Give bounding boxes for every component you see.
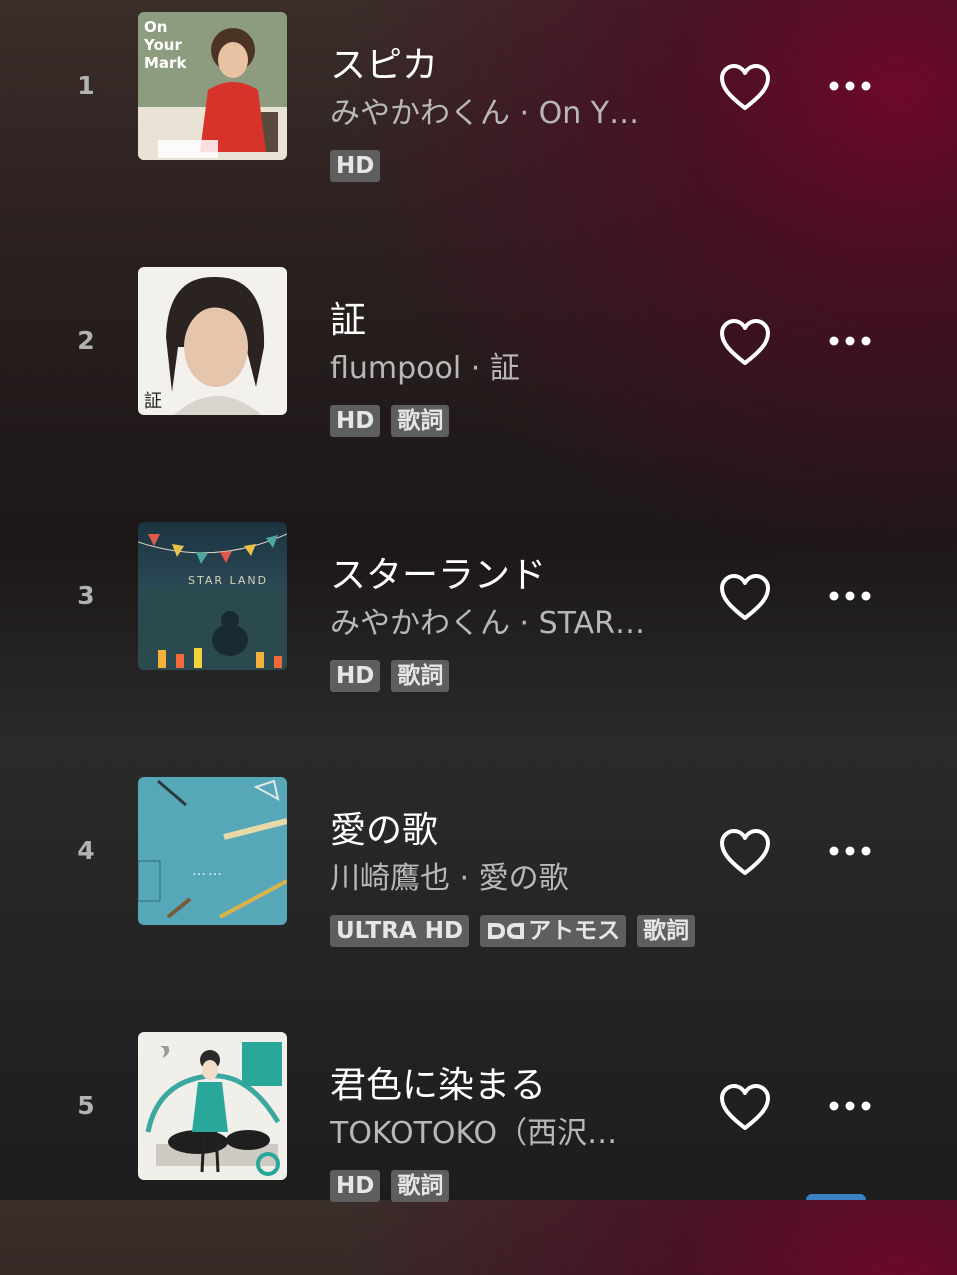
favorite-heart-icon[interactable] [718,318,772,368]
track-title[interactable]: 君色に染まる [330,1056,546,1108]
track-artist-album[interactable]: flumpool · 証 [330,343,520,387]
more-options-icon[interactable] [826,835,874,867]
hd-badge: HD [330,150,381,182]
hd-badge: HD [330,405,381,437]
album-art-text: 証 [144,391,162,412]
track-number: 2 [77,326,95,355]
track-number: 4 [77,836,95,865]
lyrics-badge: 歌詞 [391,1170,450,1202]
album-art-image: …… [138,777,287,925]
album-art-text: On [144,18,167,36]
album-art[interactable]: …… [138,777,287,925]
badge-row: HD 歌詞 [330,405,450,437]
track-row[interactable]: 3 STAR LAND スターランド みやかわくん · STAR… HD 歌詞 [0,510,957,765]
album-art[interactable]: On Your Mark [138,12,287,160]
track-artist-album[interactable]: みやかわくん · STAR… [330,598,645,642]
lyrics-badge: 歌詞 [391,405,450,437]
track-number: 3 [77,581,95,610]
track-artist-album[interactable]: TOKOTOKO（西沢… [330,1108,617,1152]
floating-button-edge[interactable] [806,1194,866,1200]
track-row[interactable]: 2 証 証 flumpool · 証 HD 歌詞 [0,255,957,510]
track-row[interactable]: 1 On Your Mark スピカ みやかわくん · On Y… HD [0,0,957,255]
favorite-heart-icon[interactable] [718,1083,772,1133]
album-art-text: STAR LAND [188,574,268,587]
more-options-icon[interactable] [826,325,874,357]
track-title[interactable]: 愛の歌 [330,801,438,853]
favorite-heart-icon[interactable] [718,63,772,113]
ultra-hd-badge: ULTRA HD [330,915,470,947]
album-art[interactable]: STAR LAND [138,522,287,670]
lyrics-badge: 歌詞 [391,660,450,692]
album-art-image: STAR LAND [138,522,287,670]
album-art[interactable]: 証 [138,267,287,415]
track-number: 5 [77,1091,95,1120]
lyrics-badge: 歌詞 [637,915,696,947]
album-art-text: Mark [144,54,187,72]
badge-row: ULTRA HD アトモス 歌詞 [330,915,696,947]
track-list: 1 On Your Mark スピカ みやかわくん · On Y… HD 2 証… [0,0,957,1202]
album-art-image: On Your Mark [138,12,287,160]
hd-badge: HD [330,1170,381,1202]
album-art-image [138,1032,287,1180]
atmos-label: アトモス [528,918,621,944]
album-art-image: 証 [138,267,287,415]
track-title[interactable]: 証 [330,291,366,343]
album-art[interactable] [138,1032,287,1180]
track-title[interactable]: スターランド [330,546,546,598]
track-number: 1 [77,71,95,100]
track-artist-album[interactable]: 川崎鷹也 · 愛の歌 [330,853,569,897]
album-art-text: …… [192,863,224,879]
more-options-icon[interactable] [826,70,874,102]
more-options-icon[interactable] [826,580,874,612]
track-row[interactable]: 5 君色に染まる TOKOTOKO（西沢… HD 歌詞 [0,1020,957,1275]
dolby-icon [488,923,525,939]
track-row[interactable]: 4 …… 愛の歌 川崎鷹也 · 愛の歌 ULTRA HD アトモス 歌詞 [0,765,957,1020]
album-art-text: Your [143,36,182,54]
track-title[interactable]: スピカ [330,36,438,88]
badge-row: HD 歌詞 [330,1170,450,1202]
hd-badge: HD [330,660,381,692]
more-options-icon[interactable] [826,1090,874,1122]
badge-row: HD 歌詞 [330,660,450,692]
favorite-heart-icon[interactable] [718,573,772,623]
dolby-atmos-badge: アトモス [480,915,627,947]
track-artist-album[interactable]: みやかわくん · On Y… [330,88,639,132]
badge-row: HD [330,150,381,182]
favorite-heart-icon[interactable] [718,828,772,878]
